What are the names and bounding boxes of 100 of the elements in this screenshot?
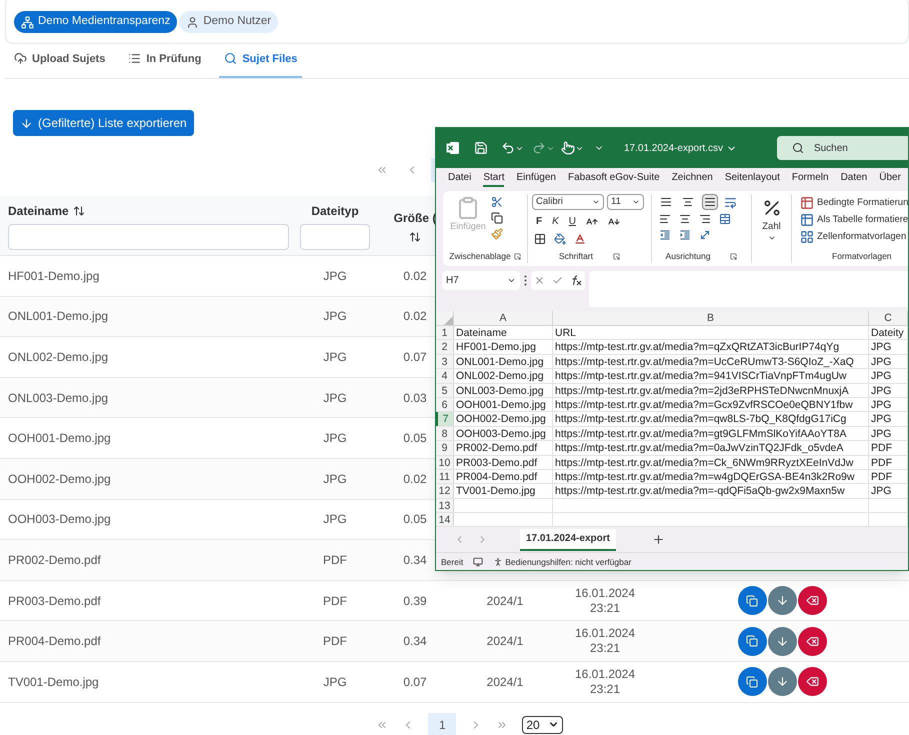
percent-icon[interactable]: [762, 198, 782, 218]
accessibility-status[interactable]: Bedienungshilfen: nicht verfügbar: [505, 556, 632, 568]
menu-tab[interactable]: Daten: [840, 171, 868, 187]
page-size-select[interactable]: 20: [522, 716, 563, 734]
download-button[interactable]: [768, 626, 796, 656]
touch-icon[interactable]: [561, 141, 575, 155]
style-button[interactable]: Bedingte Formatierun: [817, 196, 908, 210]
grow-font-icon[interactable]: [586, 216, 598, 228]
borders-icon[interactable]: [534, 233, 546, 245]
formula-input[interactable]: [589, 271, 908, 307]
launcher-icon[interactable]: [730, 253, 738, 260]
align-right-icon[interactable]: [699, 213, 711, 225]
style-button[interactable]: Als Tabelle formatiere: [817, 212, 908, 228]
file-type: PDF: [323, 633, 347, 650]
row-header[interactable]: 13: [436, 498, 454, 512]
delete-button[interactable]: [798, 626, 826, 656]
underline-button[interactable]: U: [568, 214, 576, 229]
tab[interactable]: Sujet Files: [219, 50, 302, 78]
filter-field[interactable]: [300, 224, 370, 250]
menu-tab[interactable]: Einfügen: [516, 171, 556, 187]
sheet-tab[interactable]: 17.01.2024-export: [520, 528, 616, 551]
number-format-button[interactable]: Zahl: [762, 220, 781, 234]
function-icon[interactable]: [570, 275, 582, 286]
row-header[interactable]: 3: [436, 354, 454, 368]
cancel-icon[interactable]: [534, 275, 546, 286]
sheet-cell: JPG: [871, 413, 892, 426]
launcher-icon[interactable]: [514, 253, 521, 260]
outdent-icon[interactable]: [659, 229, 671, 241]
row-header[interactable]: 7: [436, 412, 454, 426]
export-button[interactable]: (Gefilterte) Liste exportieren: [13, 110, 194, 136]
tab[interactable]: Upload Sujets: [9, 50, 110, 78]
wrap-text-icon[interactable]: [724, 196, 737, 208]
bold-button[interactable]: F: [536, 214, 542, 229]
menu-tab[interactable]: Über: [879, 171, 901, 187]
font-color-icon[interactable]: [574, 233, 586, 245]
font-select[interactable]: Calibri: [532, 194, 604, 210]
menu-tab[interactable]: Datei: [448, 171, 472, 187]
row-header[interactable]: 5: [436, 384, 454, 397]
align-left-icon[interactable]: [659, 213, 671, 225]
menu-tab[interactable]: Formeln: [792, 171, 829, 187]
copy-icon[interactable]: [491, 212, 503, 224]
chip[interactable]: Demo Medientransparenz: [14, 11, 178, 33]
merge-icon[interactable]: [719, 213, 731, 225]
search-field[interactable]: Suchen: [776, 136, 908, 160]
page-button[interactable]: 1: [428, 712, 456, 735]
add-sheet-icon[interactable]: [652, 533, 665, 546]
paintbrush-icon[interactable]: [491, 228, 503, 240]
row-header[interactable]: 12: [436, 484, 454, 498]
row-header[interactable]: 4: [436, 369, 454, 383]
undo-icon[interactable]: [501, 141, 515, 155]
list-icon: [128, 52, 142, 66]
row-header[interactable]: 11: [436, 470, 454, 484]
save-icon[interactable]: [474, 141, 488, 155]
sort-icon[interactable]: [408, 230, 421, 242]
italic-button[interactable]: K: [552, 214, 559, 229]
download-button[interactable]: [768, 667, 796, 696]
shrink-font-icon[interactable]: [608, 216, 620, 228]
chip[interactable]: Demo Nutzer: [179, 11, 278, 33]
file-type: JPG: [323, 390, 347, 407]
row-header[interactable]: 9: [436, 441, 454, 455]
download-button[interactable]: [768, 586, 796, 616]
tab[interactable]: In Prüfung: [123, 50, 206, 78]
copy-link-button[interactable]: [738, 586, 766, 616]
copy-icon: [746, 635, 758, 648]
row-header[interactable]: 1: [436, 326, 454, 340]
sheet-cell: OOH003-Demo.jpg: [456, 428, 546, 440]
column-header[interactable]: A: [454, 311, 553, 325]
scissors-icon[interactable]: [491, 196, 503, 208]
row-header[interactable]: 8: [436, 426, 454, 440]
orientation-icon[interactable]: [699, 229, 711, 241]
delete-button[interactable]: [798, 586, 826, 616]
row-header[interactable]: 6: [436, 398, 454, 412]
row-header[interactable]: 10: [436, 456, 454, 469]
copy-link-button[interactable]: [738, 626, 766, 656]
column-header[interactable]: B: [553, 311, 869, 325]
menu-tab[interactable]: Seitenlayout: [724, 171, 780, 187]
clipboard-icon[interactable]: [456, 196, 480, 220]
name-box[interactable]: H7: [442, 271, 520, 290]
fill-color-icon[interactable]: [554, 233, 566, 245]
font-size-select[interactable]: 11: [607, 194, 644, 210]
menu-tab[interactable]: Fabasoft eGov-Suite: [568, 171, 660, 187]
sort-icon[interactable]: [72, 204, 85, 216]
row-header[interactable]: 14: [436, 513, 454, 526]
indent-icon[interactable]: [679, 229, 691, 241]
delete-button[interactable]: [798, 667, 826, 696]
vertical-align-button[interactable]: [702, 194, 718, 210]
file-type: JPG: [323, 348, 347, 366]
menu-tab[interactable]: Start: [483, 171, 504, 187]
style-button[interactable]: Zellenformatvorlagen: [817, 230, 906, 244]
confirm-icon[interactable]: [552, 275, 563, 286]
menu-tab[interactable]: Zeichnen: [672, 171, 713, 187]
column-header[interactable]: C: [869, 311, 908, 325]
arrow-down-icon: [776, 675, 788, 688]
grid-icon: [800, 230, 814, 244]
row-header[interactable]: 2: [436, 340, 454, 354]
sheet-cell: JPG: [871, 398, 892, 411]
copy-link-button[interactable]: [738, 667, 766, 696]
filter-field[interactable]: [8, 224, 289, 250]
launcher-icon[interactable]: [613, 253, 620, 260]
align-center-icon[interactable]: [679, 213, 691, 225]
